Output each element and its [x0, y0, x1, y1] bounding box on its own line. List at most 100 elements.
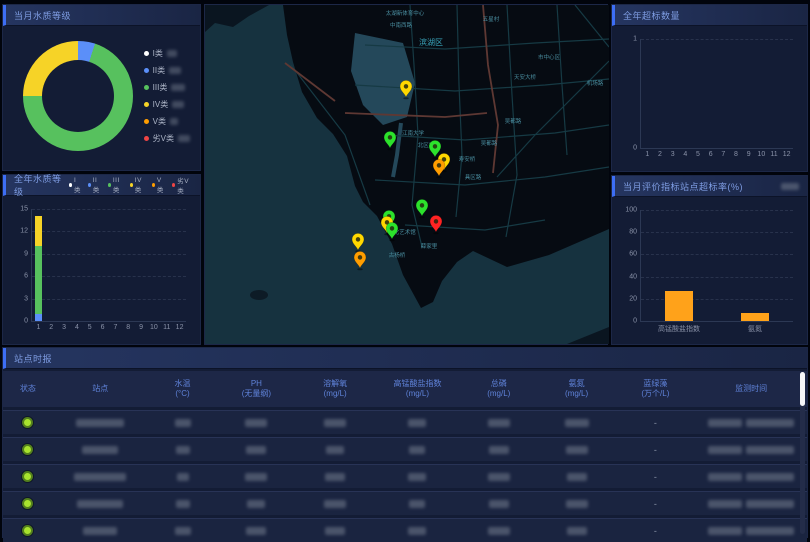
timestamp-redacted	[746, 527, 794, 535]
panel-header: 全年水质等级 I类 II类 III类 IV类 V类 劣V类	[3, 175, 200, 196]
table-row[interactable]: -	[3, 518, 807, 542]
panel-exceed-rate: 当月评价指标站点超标率(%) 020406080100高锰酸盐指数氨氮	[611, 175, 808, 345]
legend-item[interactable]: II类	[88, 177, 102, 194]
value-redacted	[247, 500, 265, 508]
table-cell	[295, 500, 375, 508]
legend-dot	[130, 183, 133, 187]
column-header: 高锰酸盐指数(mg/L)	[375, 379, 460, 399]
panel-header: 站点时报	[3, 348, 807, 369]
value-redacted	[488, 419, 510, 427]
map-place-label: 江南大学	[402, 129, 425, 137]
value-redacted	[175, 527, 191, 535]
value-redacted	[567, 473, 587, 481]
legend-item[interactable]: IV类	[130, 177, 146, 194]
table-cell	[3, 498, 53, 509]
legend-label: III类	[113, 177, 124, 194]
legend-item[interactable]: III类	[108, 177, 124, 194]
legend-label: III类	[153, 82, 168, 93]
table-row[interactable]: -	[3, 437, 807, 461]
x-axis-tick: 12	[176, 324, 184, 331]
legend-value-redacted	[172, 101, 184, 108]
pin-center-dot	[420, 203, 424, 207]
legend-item[interactable]: III类	[144, 79, 190, 96]
x-axis-tick: 6	[101, 324, 105, 331]
table-row[interactable]: -	[3, 491, 807, 515]
bar[interactable]	[35, 246, 42, 313]
table-cell	[375, 527, 460, 535]
timestamp-redacted	[708, 527, 742, 535]
timestamp-redacted	[708, 500, 742, 508]
legend-item[interactable]: II类	[144, 62, 190, 79]
plot-area: 020406080100高锰酸盐指数氨氮	[640, 210, 793, 322]
table-row[interactable]: -	[3, 410, 807, 434]
map-place-label: 天安大桥	[514, 73, 537, 81]
panel-monthly-water-grade: 当月水质等级 I类 II类 III类 IV类 V类 劣V类	[2, 4, 201, 171]
table-body: - - - - -	[3, 410, 807, 542]
legend-item[interactable]: V类	[152, 177, 166, 194]
table-cell	[695, 446, 807, 454]
value-redacted	[246, 446, 266, 454]
value-redacted	[246, 527, 266, 535]
map-district-label: 滨湖区	[419, 37, 443, 47]
table-cell	[148, 500, 218, 508]
column-header: 总磷(mg/L)	[460, 379, 538, 399]
bar[interactable]	[741, 313, 769, 321]
gridline	[641, 277, 793, 278]
pin-center-dot	[390, 226, 394, 230]
x-axis-tick: 5	[88, 324, 92, 331]
status-indicator	[22, 444, 33, 455]
panel-corner-redacted-text[interactable]	[781, 183, 799, 190]
x-axis-tick: 10	[757, 151, 765, 158]
table-cell: -	[616, 526, 696, 536]
gridline	[32, 276, 186, 277]
map-canvas: 太湖新体育中心中南西路五星村市中心区江南大学北区桥天安大桥机场路吴都路吴都路寿安…	[205, 5, 609, 344]
y-axis-tick: 15	[20, 206, 28, 213]
table-cell	[148, 473, 218, 481]
x-axis-tick: 8	[734, 151, 738, 158]
legend-item[interactable]: I类	[69, 177, 82, 194]
value-redacted	[176, 446, 190, 454]
panel-title: 全年超标数量	[623, 9, 680, 22]
pin-center-dot	[404, 84, 408, 88]
algae-value: -	[654, 472, 657, 482]
legend-item[interactable]: I类	[144, 45, 190, 62]
bar[interactable]	[35, 216, 42, 246]
table-cell	[695, 419, 807, 427]
bar[interactable]	[35, 314, 42, 321]
legend-label: II类	[93, 177, 102, 194]
table-cell	[148, 527, 218, 535]
y-axis-tick: 40	[629, 273, 637, 280]
legend-item[interactable]: 劣V类	[172, 175, 192, 195]
y-axis-tick: 12	[20, 228, 28, 235]
table-cell	[53, 500, 148, 508]
gridline	[641, 39, 793, 40]
table-scrollbar-thumb[interactable]	[800, 372, 805, 406]
legend-item[interactable]: V类	[144, 113, 190, 130]
bar[interactable]	[665, 291, 693, 321]
x-axis-tick: 1	[36, 324, 40, 331]
timestamp-redacted	[746, 500, 794, 508]
donut-chart	[23, 41, 133, 151]
table-row[interactable]: -	[3, 464, 807, 488]
panel-header: 全年超标数量	[612, 5, 807, 26]
table-cell	[538, 446, 616, 454]
column-header: 氨氮(mg/L)	[538, 379, 616, 399]
gridline	[641, 232, 793, 233]
table-cell	[460, 500, 538, 508]
station-map[interactable]: 太湖新体育中心中南西路五星村市中心区江南大学北区桥天安大桥机场路吴都路吴都路寿安…	[204, 4, 608, 345]
table-scrollbar-track[interactable]	[800, 372, 805, 534]
legend-item[interactable]: IV类	[144, 96, 190, 113]
x-axis-tick: 3	[671, 151, 675, 158]
table-cell	[53, 419, 148, 427]
legend-item[interactable]: 劣V类	[144, 130, 190, 147]
value-redacted	[566, 446, 588, 454]
station-name-redacted	[77, 500, 123, 508]
table-cell	[3, 471, 53, 482]
legend-dot	[144, 85, 149, 90]
gridline	[32, 231, 186, 232]
gridline	[32, 299, 186, 300]
table-cell	[695, 500, 807, 508]
map-place-label: 古杨桥	[389, 251, 406, 259]
table-cell	[217, 446, 295, 454]
table-cell	[460, 419, 538, 427]
